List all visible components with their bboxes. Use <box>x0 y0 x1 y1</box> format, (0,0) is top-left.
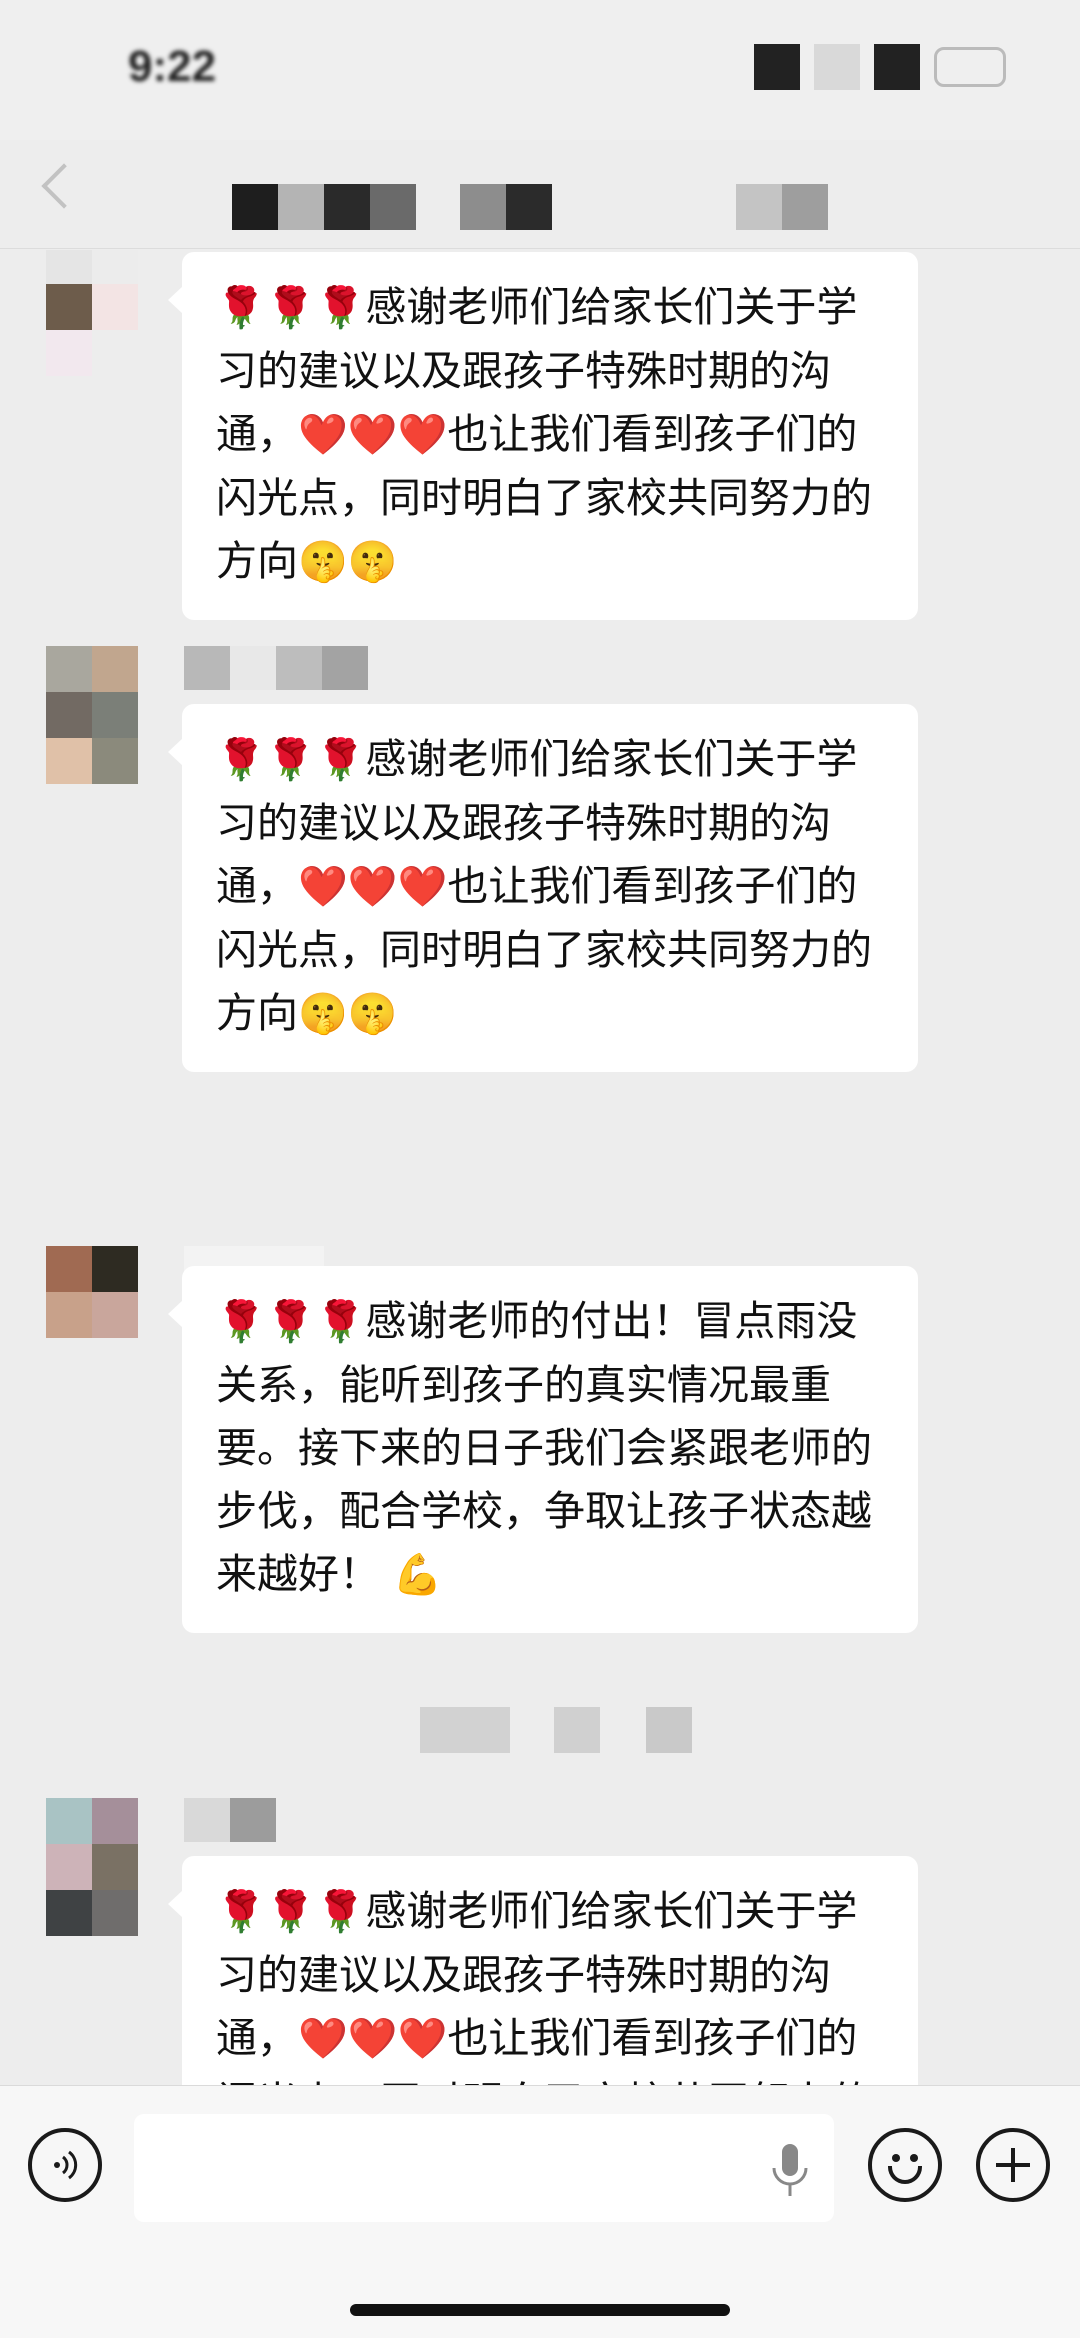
chat-title-mosaic <box>232 184 416 230</box>
emoji-mouth <box>888 2166 922 2184</box>
microphone-icon[interactable] <box>770 2142 810 2198</box>
emoji-suffix: 🤫🤫 <box>298 991 398 1037</box>
signal-icon <box>754 44 800 90</box>
network-icon <box>814 44 860 90</box>
more-icon[interactable] <box>736 184 828 230</box>
timestamp-mosaic <box>0 1707 1080 1753</box>
message-bubble[interactable]: 🌹🌹🌹感谢老师们给家长们关于学习的建议以及跟孩子特殊时期的沟通，❤️❤️❤️也让… <box>168 1856 918 2085</box>
heart-emoji: ❤️❤️❤️ <box>298 864 448 910</box>
voice-icon[interactable] <box>28 2128 102 2202</box>
message-bubble[interactable]: 🌹🌹🌹感谢老师的付出！冒点雨没关系，能听到孩子的真实情况最重要。接下来的日子我们… <box>168 1266 918 1633</box>
rose-emoji: 🌹🌹🌹 <box>216 1889 366 1935</box>
input-bar <box>0 2085 1080 2338</box>
plus-icon[interactable] <box>976 2128 1050 2202</box>
heart-emoji: ❤️❤️❤️ <box>298 412 448 458</box>
status-time: 9:22 <box>128 42 217 91</box>
status-indicators <box>754 44 1006 90</box>
emoji-eye <box>910 2154 918 2162</box>
message-input[interactable] <box>134 2114 834 2222</box>
avatar[interactable] <box>46 646 138 784</box>
chat-title-mosaic-2 <box>460 184 552 230</box>
rose-emoji: 🌹🌹🌹 <box>216 285 366 331</box>
heart-emoji: ❤️❤️❤️ <box>298 2016 448 2062</box>
avatar[interactable] <box>46 250 138 376</box>
voice-wave-icon <box>54 2150 78 2180</box>
emoji-suffix: 🤫🤫 <box>298 539 398 585</box>
home-indicator <box>350 2304 730 2316</box>
muscle-emoji: 💪 <box>380 1552 443 1598</box>
emoji-icon[interactable] <box>868 2128 942 2202</box>
battery-icon <box>934 47 1006 87</box>
chat-header <box>0 140 1080 249</box>
back-icon[interactable] <box>41 163 87 209</box>
avatar[interactable] <box>46 1246 138 1338</box>
rose-emoji: 🌹🌹🌹 <box>216 1299 366 1345</box>
message-bubble[interactable]: 🌹🌹🌹感谢老师们给家长们关于学习的建议以及跟孩子特殊时期的沟通，❤️❤️❤️也让… <box>168 704 918 1072</box>
wifi-icon <box>874 44 920 90</box>
sender-name-mosaic <box>184 1798 276 1842</box>
emoji-eye <box>892 2154 900 2162</box>
rose-emoji: 🌹🌹🌹 <box>216 737 366 783</box>
status-bar: 9:22 <box>0 0 1080 140</box>
sender-name-mosaic <box>184 646 368 690</box>
avatar[interactable] <box>46 1798 138 1936</box>
chat-list[interactable]: 🌹🌹🌹感谢老师们给家长们关于学习的建议以及跟孩子特殊时期的沟通，❤️❤️❤️也让… <box>0 250 1080 2085</box>
message-bubble[interactable]: 🌹🌹🌹感谢老师们给家长们关于学习的建议以及跟孩子特殊时期的沟通，❤️❤️❤️也让… <box>168 252 918 620</box>
